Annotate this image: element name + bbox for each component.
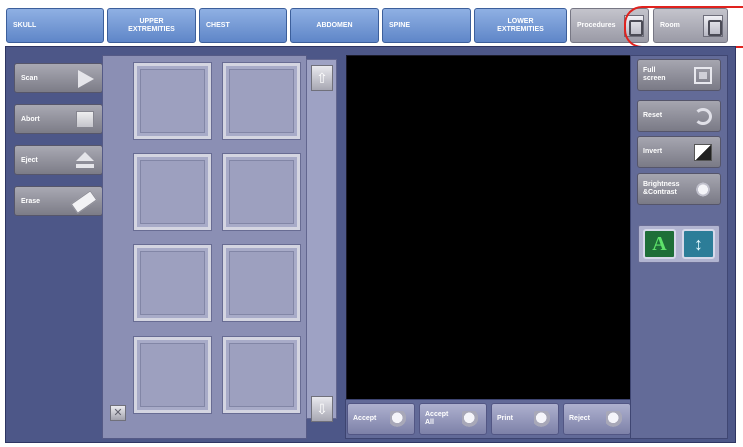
tab-spine[interactable]: SPINE xyxy=(382,8,471,43)
invert-icon xyxy=(694,144,712,161)
annotate-icon[interactable] xyxy=(643,229,676,259)
abort-label: Abort xyxy=(21,115,40,123)
flip-icon[interactable] xyxy=(682,229,715,259)
eraser-icon xyxy=(70,190,98,214)
accept-all-label: Accept All xyxy=(425,411,449,426)
eject-button[interactable]: Eject xyxy=(14,145,103,175)
brightness-contrast-label: Brightness &Contrast xyxy=(643,181,680,196)
tab-upper-extremities-label: UPPER EXTREMITIES xyxy=(128,17,175,33)
close-icon: ✕ xyxy=(113,407,123,419)
thumbnail-slot-6[interactable] xyxy=(222,244,301,322)
thumbnail-scrollbar[interactable] xyxy=(306,59,337,419)
tab-spine-label: SPINE xyxy=(389,21,411,29)
tab-upper-extremities[interactable]: UPPER EXTREMITIES xyxy=(107,8,196,43)
reject-icon xyxy=(606,411,624,428)
reset-label: Reset xyxy=(643,112,663,119)
full-screen-button[interactable]: Full screen xyxy=(637,59,721,91)
eject-label: Eject xyxy=(21,156,38,164)
invert-label: Invert xyxy=(643,148,663,155)
tab-skull-label: SKULL xyxy=(13,21,37,29)
tab-abdomen[interactable]: ABDOMEN xyxy=(290,8,379,43)
stop-icon xyxy=(76,111,94,128)
arrow-down-icon: ⇩ xyxy=(316,401,328,417)
printer-icon xyxy=(534,411,552,428)
full-screen-icon xyxy=(694,67,712,84)
scan-label: Scan xyxy=(21,74,38,82)
reset-button[interactable]: Reset xyxy=(637,100,721,132)
reject-button[interactable]: Reject xyxy=(563,403,631,435)
thumbnail-slot-3[interactable] xyxy=(133,153,212,231)
thumbnail-slot-4[interactable] xyxy=(222,153,301,231)
scan-button[interactable]: Scan xyxy=(14,63,103,93)
thumbnail-slot-8[interactable] xyxy=(222,336,301,414)
tab-chest[interactable]: CHEST xyxy=(199,8,287,43)
thumbnail-slot-5[interactable] xyxy=(133,244,212,322)
main-frame: Scan Abort Eject Erase ⇧ ⇩ ✕ Accept Acce… xyxy=(5,46,736,443)
arrow-up-icon: ⇧ xyxy=(316,70,328,86)
print-button[interactable]: Print xyxy=(491,403,559,435)
invert-button[interactable]: Invert xyxy=(637,136,721,168)
abort-button[interactable]: Abort xyxy=(14,104,103,134)
play-icon xyxy=(78,70,94,88)
accept-button[interactable]: Accept xyxy=(347,403,415,435)
thumbnail-slot-2[interactable] xyxy=(222,62,301,140)
tab-chest-label: CHEST xyxy=(206,21,230,29)
tab-skull[interactable]: SKULL xyxy=(6,8,104,43)
accept-all-button[interactable]: Accept All xyxy=(419,403,487,435)
eject-icon xyxy=(76,152,94,169)
erase-label: Erase xyxy=(21,197,41,205)
brightness-contrast-button[interactable]: Brightness &Contrast xyxy=(637,173,721,205)
tab-lower-extremities-label: LOWER EXTREMITIES xyxy=(497,17,544,33)
brightness-icon xyxy=(694,181,712,198)
procedures-label: Procedures xyxy=(577,21,616,29)
full-screen-label: Full screen xyxy=(643,67,666,82)
print-label: Print xyxy=(497,415,513,422)
thumbnail-slot-1[interactable] xyxy=(133,62,212,140)
tab-lower-extremities[interactable]: LOWER EXTREMITIES xyxy=(474,8,567,43)
erase-button[interactable]: Erase xyxy=(14,186,103,216)
accept-label: Accept xyxy=(353,415,377,422)
accept-icon xyxy=(390,411,408,428)
reset-icon xyxy=(694,108,712,125)
reject-label: Reject xyxy=(569,415,591,422)
scroll-up-button[interactable]: ⇧ xyxy=(311,65,333,91)
annotation-highlight xyxy=(624,6,743,48)
image-viewer[interactable] xyxy=(346,55,631,400)
tab-abdomen-label: ABDOMEN xyxy=(316,21,353,29)
scroll-down-button[interactable]: ⇩ xyxy=(311,396,333,422)
accept-all-icon xyxy=(462,411,480,428)
clear-thumbnails-button[interactable]: ✕ xyxy=(110,405,126,421)
thumbnail-slot-7[interactable] xyxy=(133,336,212,414)
